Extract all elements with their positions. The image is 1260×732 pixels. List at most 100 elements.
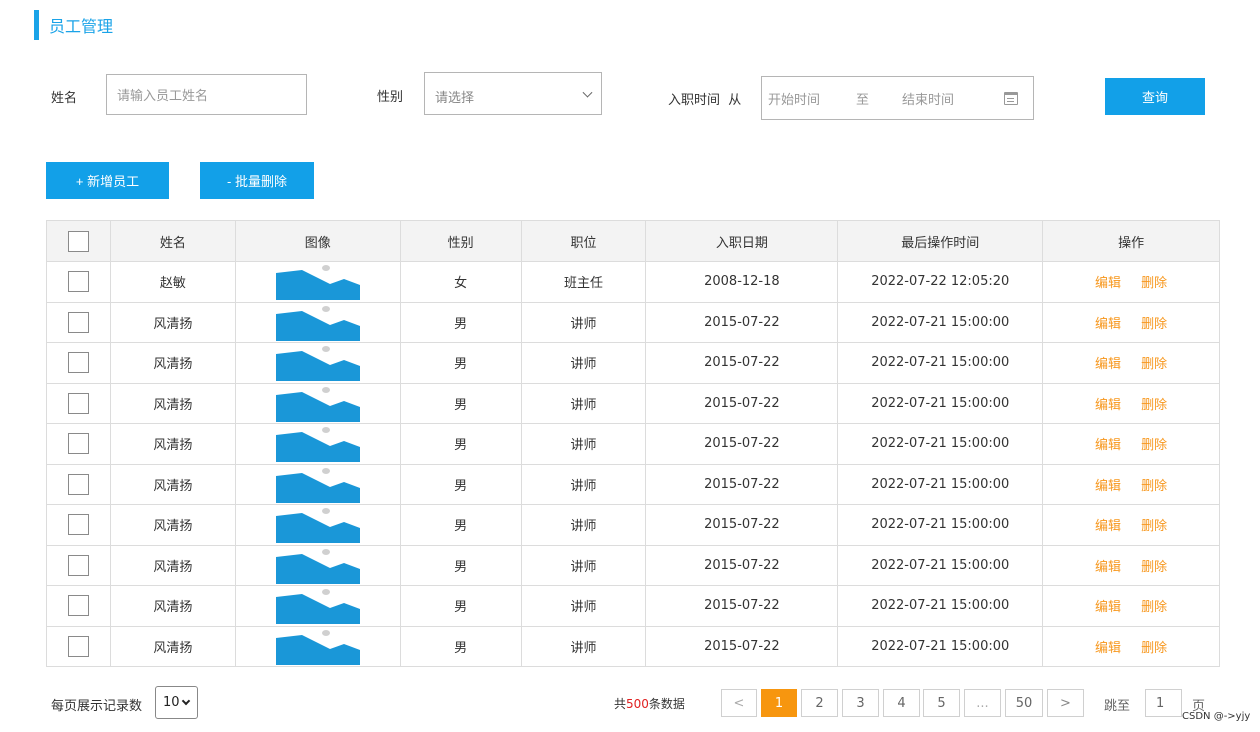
employee-position: 讲师 [520, 463, 647, 505]
gender-select[interactable]: 请选择 [424, 72, 602, 115]
hire-date-range-picker[interactable]: 开始时间 至 结束时间 [761, 76, 1034, 120]
name-search-input[interactable]: 请输入员工姓名 [106, 74, 307, 115]
edit-link[interactable]: 编辑 [1095, 276, 1121, 291]
row-checkbox[interactable] [67, 433, 89, 455]
row-checkbox[interactable] [67, 392, 89, 414]
column-header-last-op-time: 最后操作时间 [837, 220, 1044, 262]
edit-link[interactable]: 编辑 [1095, 357, 1121, 372]
edit-link[interactable]: 编辑 [1095, 600, 1121, 615]
table-row[interactable]: 风清扬 男讲师 2015-07-22 2022-07-21 15:00:00 编辑 删除 [46, 544, 1220, 586]
delete-link[interactable]: 删除 [1141, 276, 1167, 291]
row-actions: 编辑 删除 [1042, 463, 1220, 505]
employee-position: 讲师 [520, 382, 647, 424]
employee-gender: 男 [399, 423, 522, 465]
edit-link[interactable]: 编辑 [1095, 438, 1121, 453]
delete-link[interactable]: 删除 [1141, 479, 1167, 494]
edit-link[interactable]: 编辑 [1095, 560, 1121, 575]
hire-date-label: 入职时间 从 [668, 93, 742, 108]
delete-link[interactable]: 删除 [1141, 357, 1167, 372]
avatar-image-placeholder [275, 629, 360, 665]
delete-link[interactable]: 删除 [1141, 317, 1167, 332]
delete-link[interactable]: 删除 [1141, 398, 1167, 413]
batch-delete-button[interactable]: - 批量删除 [200, 162, 314, 199]
page-size-select[interactable]: 10 [155, 686, 198, 719]
employee-image [234, 463, 401, 505]
row-actions: 编辑 删除 [1042, 504, 1220, 546]
end-date-input[interactable]: 结束时间 [902, 89, 954, 108]
row-checkbox[interactable] [67, 514, 89, 536]
page-button-3[interactable]: 3 [842, 689, 879, 717]
employee-gender: 男 [399, 625, 522, 667]
edit-link[interactable]: 编辑 [1095, 641, 1121, 656]
edit-link[interactable]: 编辑 [1095, 398, 1121, 413]
row-checkbox[interactable] [67, 271, 89, 293]
query-button[interactable]: 查询 [1105, 78, 1205, 115]
delete-link[interactable]: 删除 [1141, 560, 1167, 575]
table-row[interactable]: 风清扬 男讲师 2015-07-22 2022-07-21 15:00:00 编辑 删除 [46, 301, 1220, 343]
name-input-placeholder: 请输入员工姓名 [117, 89, 209, 104]
employee-hire-date: 2015-07-22 [645, 423, 839, 465]
avatar-image-placeholder [275, 346, 360, 382]
jump-page-input[interactable]: 1 [1145, 689, 1182, 717]
row-checkbox[interactable] [67, 352, 89, 374]
table-row[interactable]: 风清扬 男讲师 2015-07-22 2022-07-21 15:00:00 编辑 删除 [46, 585, 1220, 627]
row-checkbox[interactable] [67, 311, 89, 333]
row-actions: 编辑 删除 [1042, 382, 1220, 424]
table-row[interactable]: 风清扬 男讲师 2015-07-22 2022-07-21 15:00:00 编辑 删除 [46, 423, 1220, 465]
delete-link[interactable]: 删除 [1141, 438, 1167, 453]
employee-name: 风清扬 [109, 585, 236, 627]
employee-table-body: 赵敏女班主任 2008-12-18 2022-07-22 12:05:20 编辑 删除风… [46, 261, 1220, 667]
edit-link[interactable]: 编辑 [1095, 317, 1121, 332]
employee-gender: 男 [399, 463, 522, 505]
add-employee-button[interactable]: + 新增员工 [46, 162, 169, 199]
prev-page-button[interactable]: < [721, 689, 757, 717]
table-row[interactable]: 风清扬 男讲师 2015-07-22 2022-07-21 15:00:00 编辑 删除 [46, 504, 1220, 546]
table-row[interactable]: 风清扬 男讲师 2015-07-22 2022-07-21 15:00:00 编辑 删除 [46, 382, 1220, 424]
avatar-image-placeholder [275, 386, 360, 422]
calendar-icon[interactable] [1004, 92, 1018, 105]
avatar-image-placeholder [275, 467, 360, 503]
row-actions: 编辑 删除 [1042, 423, 1220, 465]
employee-name: 风清扬 [109, 463, 236, 505]
employee-position: 讲师 [520, 625, 647, 667]
row-select-cell [46, 261, 111, 303]
table-row[interactable]: 赵敏 女班主任 2008-12-18 2022-07-22 12:05:20 编辑 删除 [46, 261, 1220, 303]
employee-image [234, 423, 401, 465]
name-label: 姓名 [51, 91, 78, 106]
delete-link[interactable]: 删除 [1141, 519, 1167, 534]
row-actions: 编辑 删除 [1042, 625, 1220, 667]
page-button-4[interactable]: 4 [883, 689, 920, 717]
start-date-input[interactable]: 开始时间 [768, 89, 820, 108]
page-button-2[interactable]: 2 [801, 689, 838, 717]
table-row[interactable]: 风清扬 男讲师 2015-07-22 2022-07-21 15:00:00 编辑 删除 [46, 625, 1220, 667]
row-checkbox[interactable] [67, 473, 89, 495]
page-button-5[interactable]: 5 [923, 689, 960, 717]
page-title: 员工管理 [49, 17, 114, 36]
employee-table: 姓名 图像 性别 职位 入职日期 最后操作时间 操作 赵敏 女班主任 2008-12… [46, 220, 1220, 667]
row-select-cell [46, 301, 111, 343]
avatar-image-placeholder [275, 305, 360, 341]
avatar-image-placeholder [275, 548, 360, 584]
row-checkbox[interactable] [67, 554, 89, 576]
employee-position: 讲师 [520, 504, 647, 546]
employee-position: 讲师 [520, 342, 647, 384]
edit-link[interactable]: 编辑 [1095, 519, 1121, 534]
row-checkbox[interactable] [67, 595, 89, 617]
table-row[interactable]: 风清扬 男讲师 2015-07-22 2022-07-21 15:00:00 编辑 删除 [46, 463, 1220, 505]
row-select-cell [46, 504, 111, 546]
edit-link[interactable]: 编辑 [1095, 479, 1121, 494]
employee-last-op-time: 2022-07-21 15:00:00 [837, 544, 1044, 586]
next-page-button[interactable]: > [1047, 689, 1084, 717]
table-row[interactable]: 风清扬 男讲师 2015-07-22 2022-07-21 15:00:00 编辑 删除 [46, 342, 1220, 384]
employee-name: 风清扬 [109, 504, 236, 546]
chevron-down-icon [582, 87, 593, 98]
row-actions: 编辑 删除 [1042, 342, 1220, 384]
select-all-checkbox[interactable] [67, 230, 89, 252]
delete-link[interactable]: 删除 [1141, 641, 1167, 656]
page-button-1[interactable]: 1 [761, 689, 797, 717]
total-count: 500 [626, 697, 649, 711]
delete-link[interactable]: 删除 [1141, 600, 1167, 615]
row-checkbox[interactable] [67, 635, 89, 657]
page-button-50[interactable]: 50 [1005, 689, 1043, 717]
page-ellipsis: ... [964, 689, 1001, 717]
